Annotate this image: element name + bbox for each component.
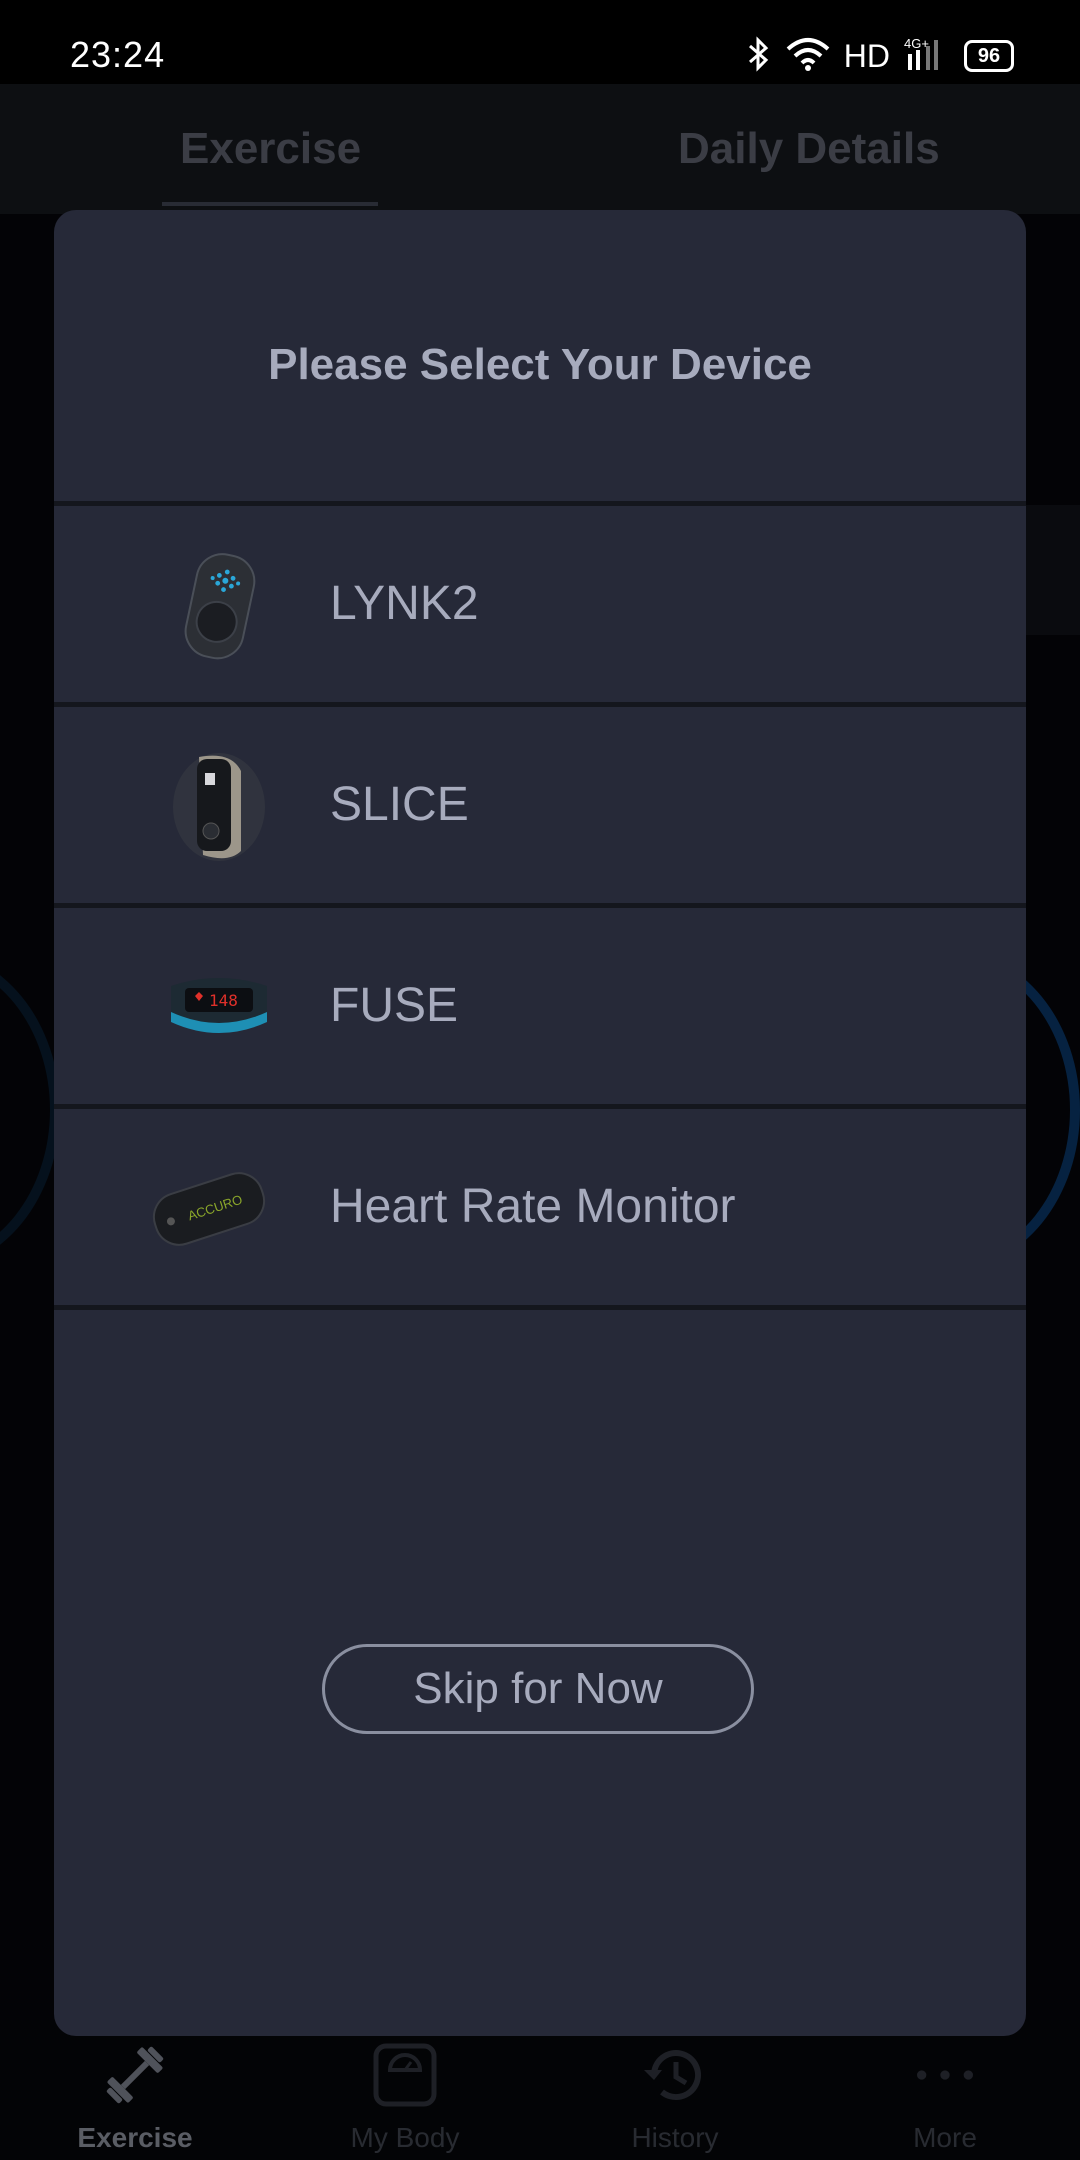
hd-indicator: HD bbox=[843, 37, 890, 74]
device-option-heart-rate-monitor[interactable]: ACCURO Heart Rate Monitor bbox=[54, 1109, 1026, 1305]
bluetooth-icon bbox=[746, 35, 772, 77]
divider bbox=[54, 1305, 1026, 1310]
signal-icon: 4G+ bbox=[904, 36, 950, 77]
status-icons: HD 4G+ 96 bbox=[746, 36, 1014, 76]
fuse-device-image: 148 bbox=[164, 952, 274, 1064]
device-label-heart-rate-monitor: Heart Rate Monitor bbox=[330, 1180, 736, 1233]
device-label-slice: SLICE bbox=[330, 778, 469, 831]
fuse-display-text: 148 bbox=[209, 991, 238, 1010]
status-bar: 23:24 HD 4G+ 96 bbox=[0, 0, 1080, 84]
device-option-slice[interactable]: SLICE bbox=[54, 707, 1026, 903]
screen: 23:24 HD 4G+ 96 Exercise Daily Details E… bbox=[0, 0, 1080, 2160]
lynk2-device-image bbox=[164, 550, 274, 662]
device-label-lynk2: LYNK2 bbox=[330, 577, 479, 630]
dialog-title: Please Select Your Device bbox=[268, 340, 812, 389]
device-option-fuse[interactable]: 148 FUSE bbox=[54, 908, 1026, 1104]
device-label-fuse: FUSE bbox=[330, 979, 459, 1032]
skip-for-now-button[interactable]: Skip for Now bbox=[322, 1644, 754, 1734]
heart-rate-monitor-image: ACCURO bbox=[152, 1153, 274, 1265]
wifi-icon bbox=[786, 37, 830, 76]
select-device-dialog: Please Select Your Device LYNK2 SLICE 14… bbox=[54, 210, 1026, 2036]
battery-icon: 96 bbox=[964, 40, 1014, 72]
battery-level: 96 bbox=[977, 44, 1001, 67]
status-time: 23:24 bbox=[70, 34, 166, 75]
slice-device-image bbox=[164, 751, 274, 863]
network-type-label: 4G+ bbox=[904, 36, 929, 51]
device-option-lynk2[interactable]: LYNK2 bbox=[54, 506, 1026, 702]
